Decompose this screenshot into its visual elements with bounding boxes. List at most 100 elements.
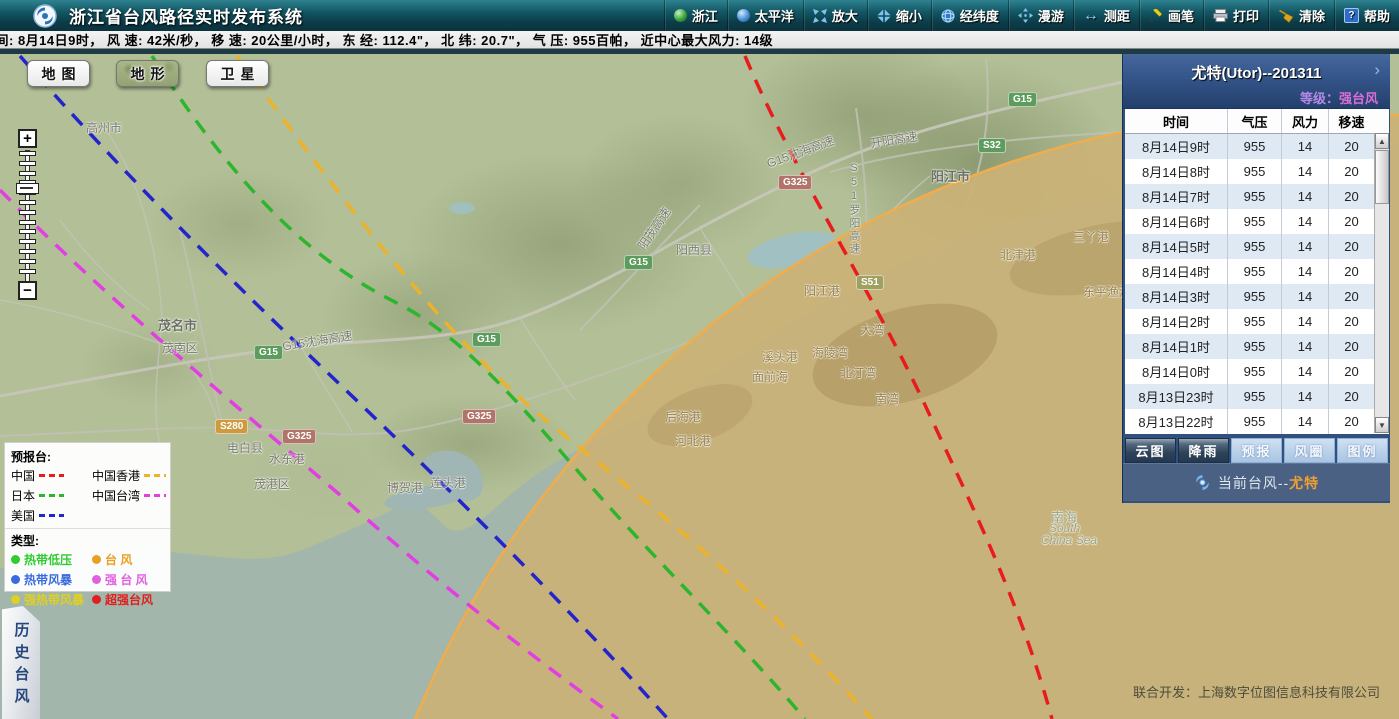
nav-button-zoom-in[interactable]: 放大 <box>803 0 867 31</box>
zoom-tick[interactable] <box>19 220 36 225</box>
dot-icon <box>92 575 101 584</box>
legend-issuer: 中国香港 <box>92 467 166 484</box>
panel-tab-bar: 云图 降雨 预报 风圈 图例 <box>1125 438 1388 463</box>
zoom-tick[interactable] <box>19 210 36 215</box>
nav-label: 帮助 <box>1364 6 1390 25</box>
nav-label: 放大 <box>832 6 858 25</box>
tab-windring[interactable]: 风圈 <box>1284 438 1335 463</box>
table-body: 8月14日9时9551420 8月14日8时9551420 8月14日7时955… <box>1125 134 1374 434</box>
nav-button-pen[interactable]: 画笔 <box>1139 0 1203 31</box>
table-scrollbar[interactable]: ▲ ▼ <box>1374 133 1389 433</box>
legend-issuer: 中国 <box>11 467 92 484</box>
zoom-tick[interactable] <box>19 249 36 254</box>
broom-icon <box>1278 9 1294 23</box>
nav-button-print[interactable]: 打印 <box>1203 0 1268 31</box>
zoom-tick[interactable] <box>19 171 36 176</box>
zoom-in-button[interactable]: + <box>18 129 37 148</box>
title-bar: 浙江省台风路径实时发布系统 浙江 太平洋 放大 缩小 <box>0 0 1399 31</box>
typhoon-panel: 尤特(Utor)--201311 › 等级：强台风 时间 气压 风力 移速 8月… <box>1122 54 1390 503</box>
map-type-button-satellite[interactable]: 卫星 <box>206 60 269 87</box>
zoom-tick[interactable] <box>19 269 36 274</box>
developer-credit: 联合开发：上海数字位图信息科技有限公司 <box>1133 682 1380 701</box>
legend-issuer: 日本 <box>11 487 92 504</box>
legend-divider <box>5 528 170 529</box>
legend-issuer: 美国 <box>11 507 92 524</box>
table-row[interactable]: 8月14日2时9551420 <box>1125 309 1374 334</box>
table-row[interactable]: 8月14日8时9551420 <box>1125 159 1374 184</box>
table-row[interactable]: 8月14日1时9551420 <box>1125 334 1374 359</box>
dash-swatch-taiwan <box>144 494 166 497</box>
globe-green-icon <box>674 9 687 22</box>
history-typhoon-tab[interactable]: 历史台风 <box>2 606 40 719</box>
zoom-slider-track[interactable] <box>17 150 39 282</box>
legend-type: 热带风暴 <box>11 571 92 588</box>
nav-button-graticule[interactable]: 经纬度 <box>931 0 1008 31</box>
tab-legend[interactable]: 图例 <box>1337 438 1388 463</box>
scroll-down-icon[interactable]: ▼ <box>1375 417 1389 433</box>
zoom-tick[interactable] <box>19 229 36 234</box>
zoom-tick[interactable] <box>19 259 36 264</box>
zoom-out-icon <box>877 9 891 23</box>
nav-button-help[interactable]: ? 帮助 <box>1334 0 1399 31</box>
nav-label: 测距 <box>1104 6 1130 25</box>
typhoon-spiral-icon <box>1194 474 1211 491</box>
legend-type: 超强台风 <box>92 591 166 608</box>
dot-icon <box>92 555 101 564</box>
legend-type: 强 台 风 <box>92 571 166 588</box>
nav-button-measure[interactable]: ↔ 测距 <box>1073 0 1139 31</box>
table-row[interactable]: 8月14日4时9551420 <box>1125 259 1374 284</box>
zoom-out-button[interactable]: − <box>18 281 37 300</box>
pan-icon <box>1018 8 1033 23</box>
panel-header: 尤特(Utor)--201311 › 等级：强台风 <box>1123 54 1390 109</box>
dash-swatch-usa <box>39 514 64 517</box>
nav-button-pacific[interactable]: 太平洋 <box>727 0 803 31</box>
tab-forecast[interactable]: 预报 <box>1231 438 1282 463</box>
legend-type: 强热带风暴 <box>11 591 92 608</box>
help-icon: ? <box>1344 8 1359 23</box>
dash-swatch-japan <box>39 494 64 497</box>
nav-button-zhejiang[interactable]: 浙江 <box>664 0 727 31</box>
current-typhoon-row[interactable]: 当前台风--尤特 <box>1123 463 1390 501</box>
table-row[interactable]: 8月14日9时9551420 <box>1125 134 1374 159</box>
zoom-slider-handle[interactable] <box>16 183 39 194</box>
history-typhoon-label: 历史台风 <box>11 622 32 719</box>
table-row[interactable]: 8月14日3时9551420 <box>1125 284 1374 309</box>
nav-button-zoom-out[interactable]: 缩小 <box>867 0 931 31</box>
expand-arrow-icon[interactable]: › <box>1374 60 1380 80</box>
pen-icon <box>1149 9 1163 23</box>
app-logo-icon <box>33 4 57 28</box>
table-row[interactable]: 8月14日6时9551420 <box>1125 209 1374 234</box>
zoom-tick[interactable] <box>19 161 36 166</box>
map-type-button-terrain[interactable]: 地形 <box>116 60 179 87</box>
measure-icon: ↔ <box>1083 9 1099 22</box>
globe-blue-icon <box>737 9 750 22</box>
table-row[interactable]: 8月13日23时9551420 <box>1125 384 1374 409</box>
table-row[interactable]: 8月14日7时9551420 <box>1125 184 1374 209</box>
zoom-tick[interactable] <box>19 151 36 156</box>
typhoon-data-table: 时间 气压 风力 移速 8月14日9时9551420 8月14日8时955142… <box>1125 109 1389 434</box>
table-header-row: 时间 气压 风力 移速 <box>1125 109 1389 134</box>
nav-button-clear[interactable]: 清除 <box>1268 0 1334 31</box>
nav-label: 漫游 <box>1038 6 1064 25</box>
status-bar: 时间: 8月14日9时， 风 速: 42米/秒， 移 速: 20公里/小时， 东… <box>0 31 1399 49</box>
scrollbar-thumb[interactable] <box>1375 150 1389 204</box>
table-row[interactable]: 8月14日5时9551420 <box>1125 234 1374 259</box>
zoom-tick[interactable] <box>19 239 36 244</box>
legend-box: 预报台: 中国 中国香港 日本 中国台湾 美国 类型: 热带低压 台 风 热带风… <box>4 442 171 592</box>
zoom-tick[interactable] <box>19 200 36 205</box>
divider-strip <box>0 49 1399 54</box>
dash-swatch-china <box>39 474 64 477</box>
nav-label: 浙江 <box>692 6 718 25</box>
tab-rain[interactable]: 降雨 <box>1178 438 1229 463</box>
map-type-button-map[interactable]: 地图 <box>27 60 90 87</box>
legend-type: 热带低压 <box>11 551 92 568</box>
scroll-up-icon[interactable]: ▲ <box>1375 133 1389 149</box>
current-typhoon-label: 当前台风--尤特 <box>1218 473 1319 493</box>
table-row[interactable]: 8月13日22时9551420 <box>1125 409 1374 434</box>
nav-button-pan[interactable]: 漫游 <box>1008 0 1073 31</box>
table-row[interactable]: 8月14日0时9551420 <box>1125 359 1374 384</box>
nav-label: 经纬度 <box>960 6 999 25</box>
tab-cloud[interactable]: 云图 <box>1125 438 1176 463</box>
page-title: 浙江省台风路径实时发布系统 <box>69 3 303 28</box>
zoom-in-icon <box>813 9 827 23</box>
